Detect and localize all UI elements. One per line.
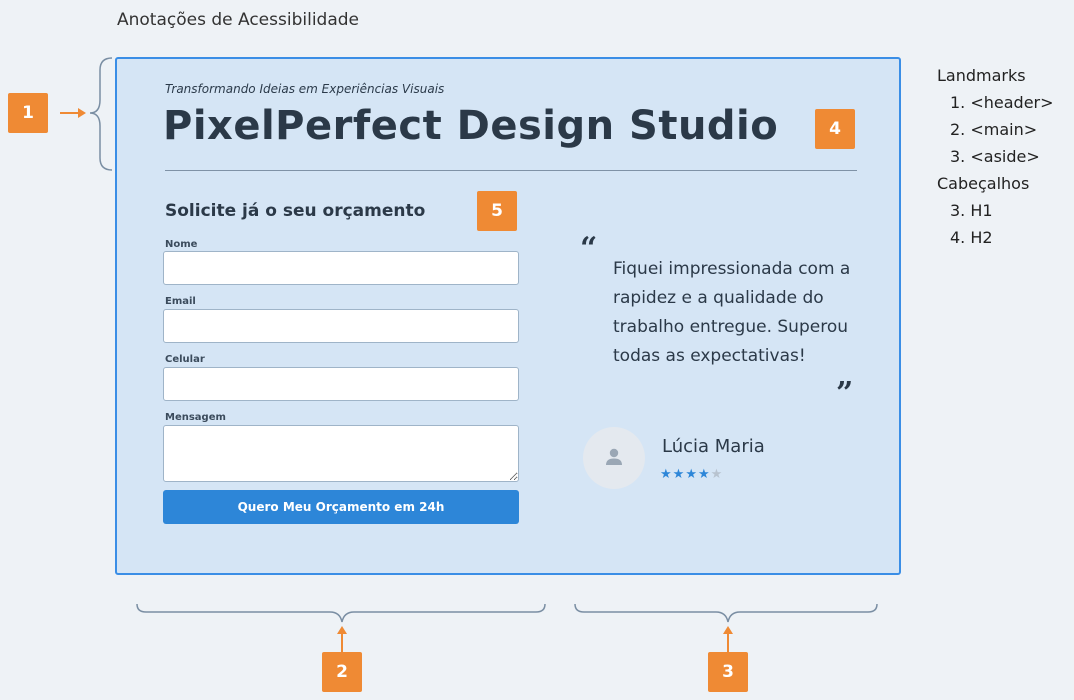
tagline: Transformando Ideias em Experiências Vis…: [165, 82, 445, 96]
badge-4: 4: [815, 109, 855, 149]
aside-brace: [574, 603, 878, 623]
page-card: Transformando Ideias em Experiências Vis…: [115, 57, 901, 575]
star-filled-icon: ★: [660, 467, 673, 482]
testimonial-quote: Fiquei impressionada com a rapidez e a q…: [613, 259, 851, 366]
form-heading: Solicite já o seu orçamento: [165, 201, 426, 221]
submit-button[interactable]: Quero Meu Orçamento em 24h: [163, 490, 519, 524]
badge-1: 1: [8, 93, 48, 133]
star-empty-icon: ★: [710, 467, 724, 482]
header-brace: [89, 57, 113, 171]
star-rating: ★★★★★: [660, 467, 723, 482]
star-filled-icon: ★: [685, 467, 698, 482]
star-filled-icon: ★: [672, 467, 686, 482]
author-name: Lúcia Maria: [662, 436, 765, 457]
phone-input[interactable]: [163, 367, 519, 401]
message-label: Mensagem: [165, 412, 226, 423]
star-filled-icon: ★: [697, 467, 711, 482]
close-quote-mark: ”: [836, 376, 854, 411]
email-input[interactable]: [163, 309, 519, 343]
message-textarea[interactable]: [163, 425, 519, 482]
badge-2: 2: [322, 652, 362, 692]
legend-landmark-item: 3. <aside>: [950, 147, 1040, 166]
studio-title: PixelPerfect Design Studio: [163, 103, 779, 149]
page-heading: Anotações de Acessibilidade: [117, 10, 360, 30]
legend-landmark-item: 1. <header>: [950, 93, 1054, 112]
legend-landmarks-title: Landmarks: [937, 66, 1026, 85]
badge-5: 5: [477, 191, 517, 231]
legend-heading-item: 4. H2: [950, 228, 993, 247]
main-brace: [136, 603, 546, 623]
title-divider: [165, 170, 857, 171]
legend-landmark-item: 2. <main>: [950, 120, 1038, 139]
name-input[interactable]: [163, 251, 519, 285]
user-icon: [606, 448, 622, 465]
open-quote-mark: “: [580, 231, 598, 266]
legend-headings-title: Cabeçalhos: [937, 174, 1030, 193]
name-label: Nome: [165, 239, 198, 250]
avatar: [583, 427, 645, 489]
legend: Landmarks 1. <header> 2. <main> 3. <asid…: [937, 62, 1054, 251]
email-label: Email: [165, 296, 196, 307]
badge-3: 3: [708, 652, 748, 692]
legend-heading-item: 3. H1: [950, 201, 993, 220]
phone-label: Celular: [165, 354, 205, 365]
